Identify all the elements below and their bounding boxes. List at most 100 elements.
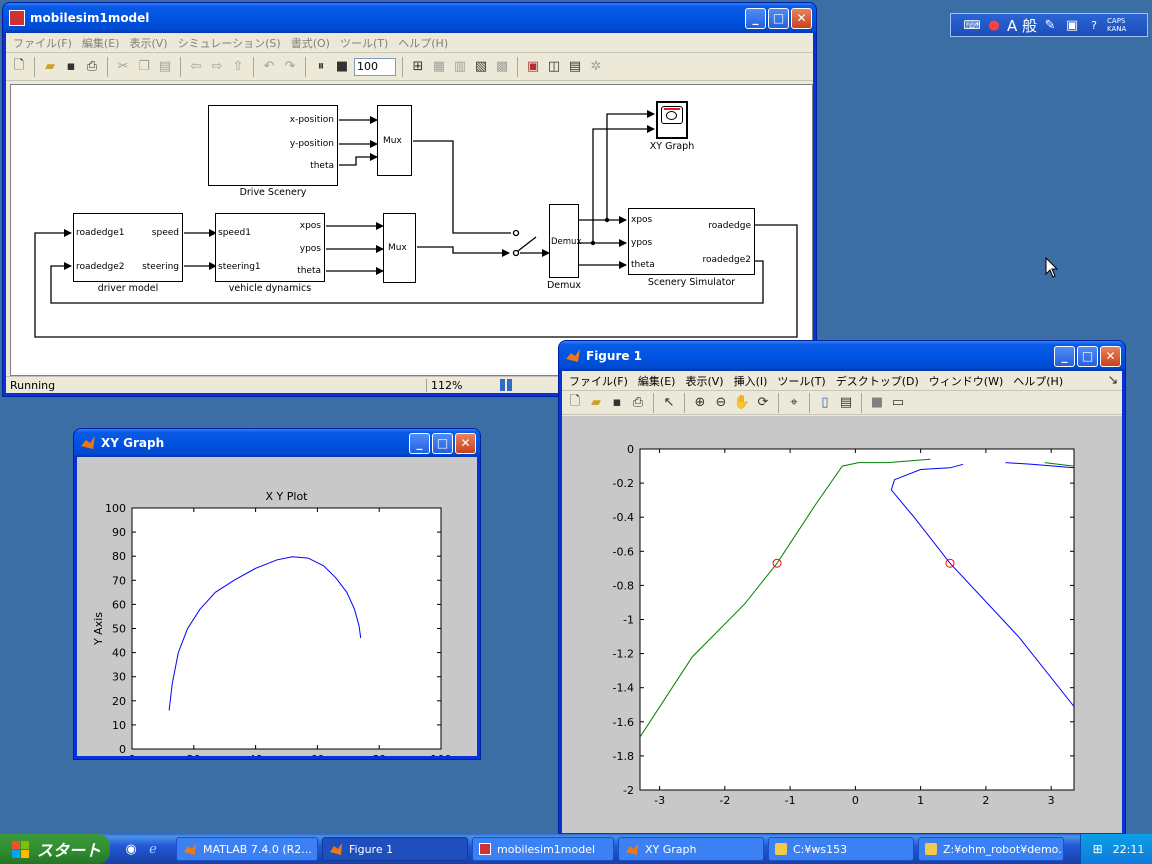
close-button[interactable]: ✕ (455, 432, 476, 454)
start-button[interactable]: スタート (0, 834, 110, 864)
taskbar-item-matlab[interactable]: MATLAB 7.4.0 (R2... (176, 837, 318, 861)
update-diagram-icon[interactable]: ▥ (451, 58, 469, 76)
network-icon[interactable]: ⊞ (1089, 840, 1107, 858)
x-tick-label: 2 (982, 794, 989, 807)
menu-view[interactable]: 表示(V) (124, 35, 172, 51)
explorer-icon[interactable]: ▣ (524, 58, 542, 76)
drive-scenery-block[interactable]: x-position y-position theta (208, 105, 338, 186)
debugger-icon[interactable]: ▤ (566, 58, 584, 76)
pause-icon[interactable]: ⏸ (312, 58, 330, 76)
dock-arrow-icon[interactable]: ↘ (1104, 372, 1122, 390)
redo-icon[interactable]: ↷ (281, 58, 299, 76)
mux-block-1[interactable]: Mux (377, 105, 412, 176)
xy-plot-chart[interactable]: 0 20 40 60 80 100 0 10 20 30 40 50 60 70 80 90 100 X Y Pl… (77, 457, 477, 782)
taskbar-item-simulink[interactable]: mobilesim1model (472, 837, 614, 861)
debug-icon[interactable]: ▩ (493, 58, 511, 76)
help-icon[interactable]: ? (1085, 16, 1103, 34)
menu-tools[interactable]: ツール(T) (335, 35, 393, 51)
rotate-3d-icon[interactable]: ⟳ (754, 394, 772, 412)
pan-hand-icon[interactable]: ✋ (733, 394, 751, 412)
model-canvas[interactable]: x-position y-position theta Drive Scener… (10, 84, 813, 376)
cut-icon[interactable]: ✂ (114, 58, 132, 76)
maximize-button[interactable]: □ (432, 432, 453, 454)
print-icon[interactable]: ⎙ (83, 58, 101, 76)
data-cursor-icon[interactable]: ⌖ (785, 394, 803, 412)
figure1-titlebar[interactable]: Figure 1 _ □ ✕ (559, 341, 1125, 371)
scenery-simulator-block[interactable]: xpos ypos theta roadedge roadedge2 (628, 208, 755, 275)
model-explorer-icon[interactable]: ◫ (545, 58, 563, 76)
xy-graph-label: XY Graph (649, 141, 695, 152)
open-file-icon[interactable]: ▰ (587, 394, 605, 412)
open-folder-icon[interactable]: ▰ (41, 58, 59, 76)
minimize-button[interactable]: _ (409, 432, 430, 454)
forward-icon[interactable]: ⇨ (208, 58, 226, 76)
demux-block[interactable]: Demux (549, 204, 581, 278)
save-icon[interactable]: ▪ (62, 58, 80, 76)
simulink-titlebar[interactable]: mobilesim1model _ □ ✕ (3, 3, 816, 33)
undo-icon[interactable]: ↶ (260, 58, 278, 76)
mux-block-2[interactable]: Mux (383, 213, 416, 283)
show-desktop-icon[interactable]: ◉ (122, 840, 140, 858)
show-plot-tools-icon[interactable]: ▭ (889, 394, 907, 412)
menu-tools[interactable]: ツール(T) (772, 373, 830, 389)
port-sim-roadedge: roadedge (708, 221, 751, 231)
close-button[interactable]: ✕ (1100, 345, 1121, 367)
legend-icon[interactable]: ▤ (837, 394, 855, 412)
menu-edit[interactable]: 編集(E) (633, 373, 681, 389)
ie-icon[interactable]: ℯ (144, 840, 162, 858)
hide-plot-tools-icon[interactable]: ■ (868, 394, 886, 412)
menu-view[interactable]: 表示(V) (680, 373, 728, 389)
vehicle-dynamics-label: vehicle dynamics (228, 283, 312, 294)
menu-help[interactable]: ヘルプ(H) (393, 35, 453, 51)
figure1-toolbar: 🗋 ▰ ▪ ⎙ ↖ ⊕ ⊖ ✋ ⟳ ⌖ ▯ ▤ ■ ▭ (562, 391, 1122, 415)
tool-icon[interactable]: ▣ (1063, 16, 1081, 34)
clock[interactable]: 22:11 (1113, 843, 1145, 856)
maximize-button[interactable]: □ (1077, 345, 1098, 367)
menu-edit[interactable]: 編集(E) (77, 35, 125, 51)
menu-desktop[interactable]: デスクトップ(D) (831, 373, 924, 389)
stop-icon[interactable]: ■ (333, 58, 351, 76)
print-figure-icon[interactable]: ⎙ (629, 394, 647, 412)
vehicle-dynamics-block[interactable]: speed1 steering1 xpos ypos theta (215, 213, 325, 282)
back-icon[interactable]: ⇦ (187, 58, 205, 76)
save-figure-icon[interactable]: ▪ (608, 394, 626, 412)
driver-model-block[interactable]: roadedge1 roadedge2 speed steering (73, 213, 183, 282)
menu-insert[interactable]: 挿入(I) (729, 373, 773, 389)
zoom-in-icon[interactable]: ⊕ (691, 394, 709, 412)
menu-window[interactable]: ウィンドウ(W) (924, 373, 1008, 389)
taskbar-item-xygraph[interactable]: XY Graph (618, 837, 764, 861)
ime-mode-label[interactable]: A 般 (1007, 15, 1037, 36)
menu-help[interactable]: ヘルプ(H) (1008, 373, 1068, 389)
edit-plot-arrow-icon[interactable]: ↖ (660, 394, 678, 412)
ime-pad-icon[interactable]: ● (985, 16, 1003, 34)
colorbar-icon[interactable]: ▯ (816, 394, 834, 412)
figure1-chart[interactable]: -3 -2 -1 0 1 2 3 0 -0.2 -0.4 -0.6 -0.8 -1 -1.2 -1.4 -1.… (562, 416, 1122, 833)
copy-icon[interactable]: ❐ (135, 58, 153, 76)
menu-format[interactable]: 書式(O) (286, 35, 335, 51)
minimize-button[interactable]: _ (745, 7, 766, 29)
zoom-out-icon[interactable]: ⊖ (712, 394, 730, 412)
xy-graph-block[interactable] (656, 101, 688, 139)
taskbar-item-figure1[interactable]: Figure 1 (322, 837, 468, 861)
settings-icon[interactable]: ✲ (587, 58, 605, 76)
model-browser-icon[interactable]: ⊞ (409, 58, 427, 76)
close-button[interactable]: ✕ (791, 7, 812, 29)
build-icon[interactable]: ▦ (430, 58, 448, 76)
dictionary-icon[interactable]: ✎ (1041, 16, 1059, 34)
taskbar-item-folder-ws153[interactable]: C:¥ws153 (768, 837, 914, 861)
new-figure-icon[interactable]: 🗋 (566, 394, 584, 412)
up-icon[interactable]: ⇧ (229, 58, 247, 76)
maximize-button[interactable]: □ (768, 7, 789, 29)
ime-language-bar[interactable]: ⌨ ● A 般 ✎ ▣ ? CAPS KANA (950, 13, 1148, 37)
paste-icon[interactable]: ▤ (156, 58, 174, 76)
keyboard-icon[interactable]: ⌨ (963, 16, 981, 34)
menu-file[interactable]: ファイル(F) (564, 373, 633, 389)
menu-file[interactable]: ファイル(F) (8, 35, 77, 51)
taskbar-item-folder-demo[interactable]: Z:¥ohm_robot¥demo... (918, 837, 1064, 861)
xy-graph-titlebar[interactable]: XY Graph _ □ ✕ (74, 429, 480, 457)
new-file-icon[interactable]: 🗋 (10, 58, 28, 76)
library-browser-icon[interactable]: ▧ (472, 58, 490, 76)
menu-simulation[interactable]: シミュレーション(S) (173, 35, 286, 51)
stop-time-input[interactable] (354, 57, 396, 76)
minimize-button[interactable]: _ (1054, 345, 1075, 367)
